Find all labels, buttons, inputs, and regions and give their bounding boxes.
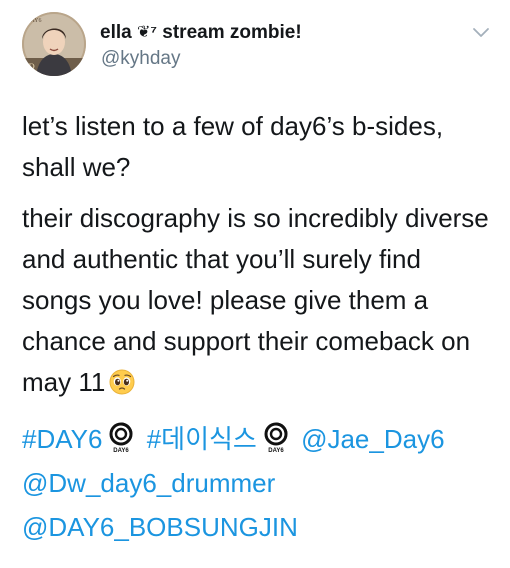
day6-logo-text: DAY6 xyxy=(268,448,284,454)
svg-text:D: D xyxy=(27,62,35,72)
day6-logo-icon: DAY6 xyxy=(109,422,133,454)
tweet-text-1: let’s listen to a few of day6’s b-sides,… xyxy=(22,111,444,182)
hashtag-day6[interactable]: #DAY6 xyxy=(22,424,102,454)
tweet-text-paragraph-2: their discography is so incredibly diver… xyxy=(22,198,492,403)
display-name-suffix: stream zombie! xyxy=(162,22,302,43)
hashtag-day6-korean[interactable]: #데이식스 xyxy=(147,424,257,454)
mention-dowoon[interactable]: @Dw_day6_drummer xyxy=(22,468,275,498)
pleading-face-icon xyxy=(109,369,135,395)
tweet-text-2: their discography is so incredibly diver… xyxy=(22,203,489,397)
avatar[interactable]: DAY6 D xyxy=(22,12,86,76)
tweet-links: #DAY6 DAY6 #데이식스 DAY6 @Jae_Day6 @Dw_day6… xyxy=(22,417,497,549)
day6-logo-icon: DAY6 xyxy=(264,422,288,454)
username-handle[interactable]: @kyhday xyxy=(101,48,181,70)
mention-jae[interactable]: @Jae_Day6 xyxy=(301,424,444,454)
tweet-text-paragraph-1: let’s listen to a few of day6’s b-sides,… xyxy=(22,106,492,188)
day6-logo-text: DAY6 xyxy=(114,448,130,454)
tweet-card: DAY6 D ella ❦⁷ stream zombie! @kyhday le… xyxy=(0,0,510,568)
avatar-label: DAY6 xyxy=(26,18,41,24)
chevron-down-icon[interactable] xyxy=(472,26,490,40)
mention-sungjin[interactable]: @DAY6_BOBSUNGJIN xyxy=(22,512,298,542)
display-name-text: ella xyxy=(100,22,132,43)
heart-seven-icon: ❦⁷ xyxy=(136,24,157,41)
display-name[interactable]: ella ❦⁷ stream zombie! xyxy=(100,22,302,44)
